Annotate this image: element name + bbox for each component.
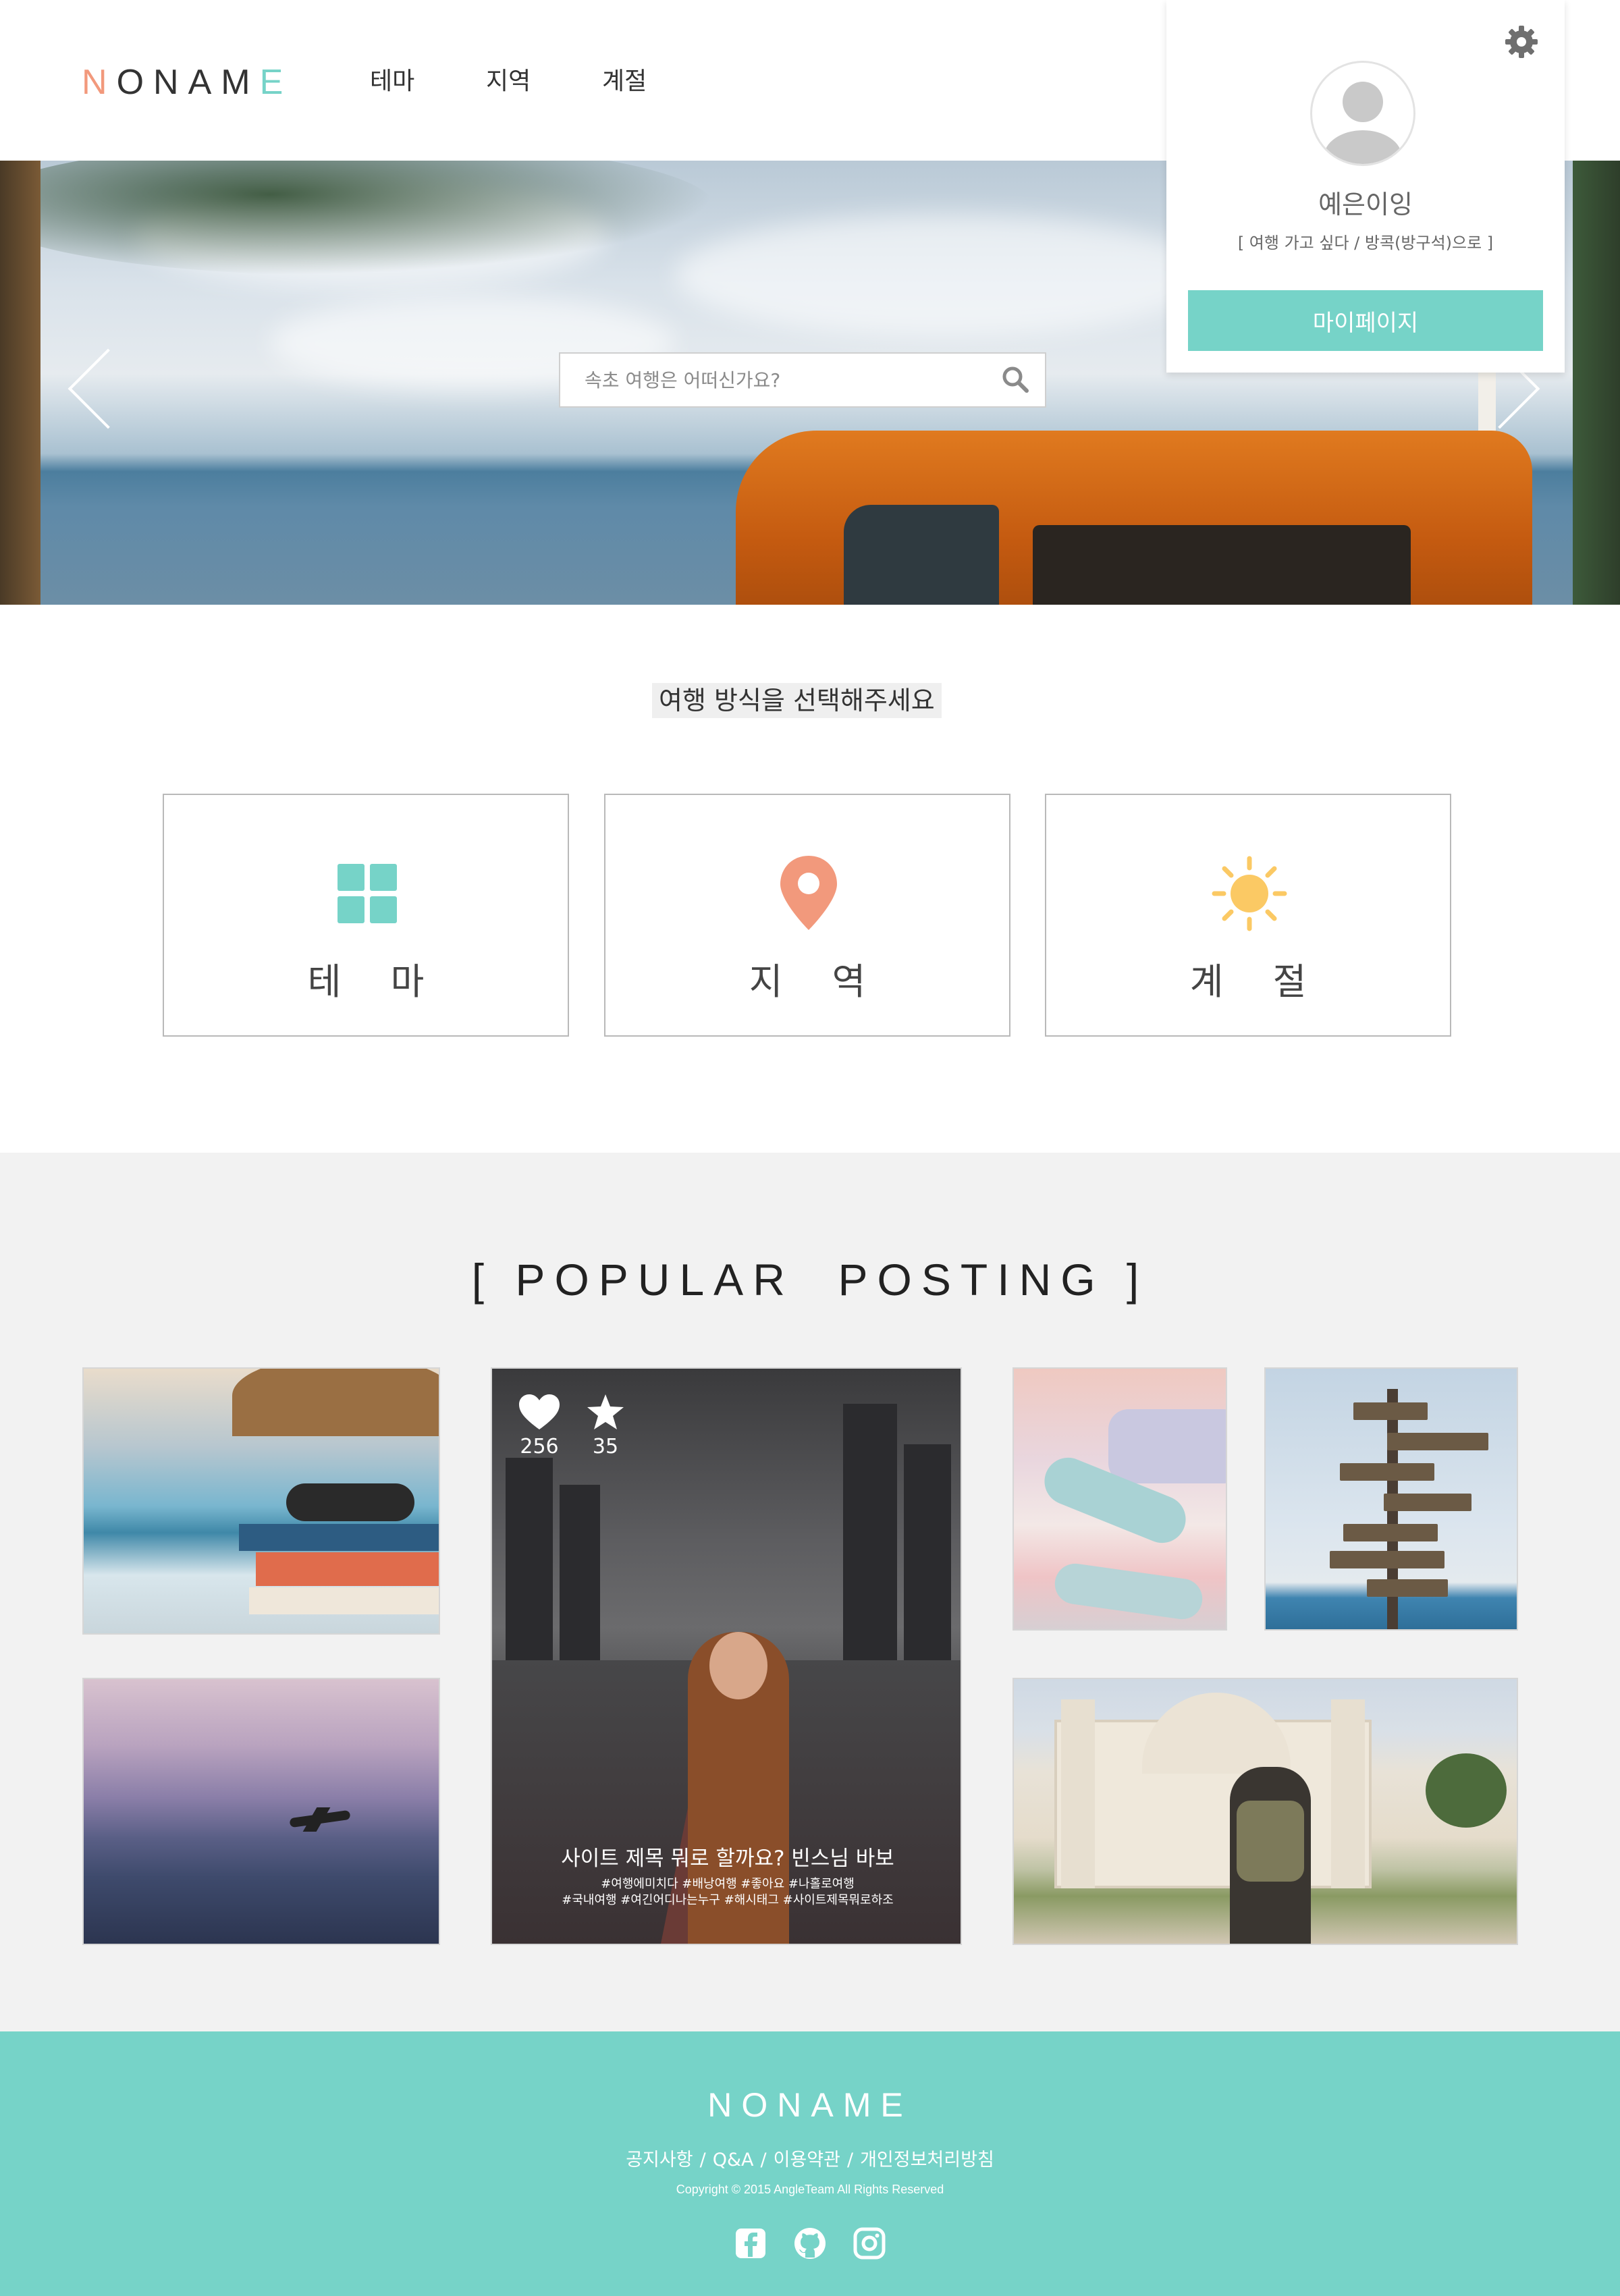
photo-shoe	[1052, 1560, 1206, 1622]
post-thumbnail-beach-books[interactable]	[82, 1367, 440, 1635]
tags-line: #국내여행 #여긴어디나는누구 #해시태그 #사이트제목뭐로하조	[562, 1893, 894, 1907]
hero-van-window	[1033, 525, 1411, 605]
photo-sign	[1384, 1494, 1472, 1511]
post-thumbnail-airplane-sky[interactable]	[82, 1678, 440, 1945]
hero-tree-canopy	[0, 161, 716, 275]
github-icon[interactable]	[792, 2226, 828, 2261]
star-stat[interactable]: 35	[578, 1393, 632, 1458]
heart-icon	[519, 1394, 560, 1429]
search-input[interactable]	[560, 354, 992, 406]
hero-tree-trunk	[0, 161, 40, 605]
photo-sign	[1367, 1579, 1448, 1597]
featured-post-tags: #여행에미치다 #배낭여행 #좋아요 #나홀로여행 #국내여행 #여긴어디나는누…	[492, 1876, 961, 1909]
hero-van-window	[844, 505, 999, 605]
travel-select-title: 여행 방식을 선택해주세요	[652, 683, 942, 718]
grid-icon	[327, 853, 408, 934]
hero-cloud	[675, 215, 1215, 336]
hero-search-box	[559, 352, 1046, 408]
location-pin-icon	[768, 853, 849, 934]
post-thumbnail-shoes[interactable]	[1013, 1367, 1227, 1631]
carousel-prev-button[interactable]	[66, 348, 134, 416]
photo-tower	[1061, 1699, 1095, 1888]
photo-sign	[1340, 1463, 1434, 1481]
footer-link-notice[interactable]: 공지사항	[626, 2150, 693, 2170]
post-thumbnail-palace[interactable]	[1013, 1678, 1518, 1945]
like-count: 256	[520, 1435, 559, 1458]
photo-building	[560, 1485, 600, 1660]
photo-tree	[1426, 1753, 1507, 1828]
popular-posting-section: [ POPULAR POSTING ] 256 35 사이트 제목 뭐로 할까요…	[0, 1153, 1620, 2031]
site-logo[interactable]: NONAME	[82, 62, 292, 103]
facebook-icon[interactable]	[733, 2226, 768, 2261]
photo-building	[506, 1458, 553, 1660]
featured-post[interactable]: 256 35 사이트 제목 뭐로 할까요? 빈스님 바보 #여행에미치다 #배낭…	[491, 1367, 962, 1945]
link-separator: /	[699, 2150, 706, 2170]
gear-icon[interactable]	[1503, 23, 1540, 61]
main-nav: 테마 지역 계절	[370, 65, 718, 99]
photo-tower	[1331, 1699, 1365, 1888]
region-card-label: 지 역	[749, 960, 885, 1003]
mypage-button[interactable]: 마이페이지	[1188, 290, 1543, 351]
photo-umbrella	[232, 1369, 439, 1436]
photo-traveler-head	[709, 1632, 767, 1699]
post-thumbnail-signpost[interactable]	[1264, 1367, 1518, 1631]
profile-status: [ 여행 가고 싶다 / 방콕(방구석)으로 ]	[1237, 234, 1494, 252]
photo-book	[239, 1524, 439, 1551]
photo-sign	[1330, 1551, 1444, 1568]
footer-social	[733, 2226, 887, 2261]
logo-letter: A	[188, 63, 221, 102]
link-separator: /	[846, 2150, 854, 2170]
photo-sunglasses	[286, 1483, 414, 1521]
tags-line: #여행에미치다 #배낭여행 #좋아요 #나홀로여행	[601, 1877, 855, 1891]
link-separator: /	[760, 2150, 767, 2170]
star-icon	[587, 1394, 624, 1429]
user-silhouette-icon	[1324, 82, 1402, 164]
photo-book	[256, 1552, 439, 1586]
photo-sign	[1343, 1524, 1438, 1541]
logo-letter: E	[259, 63, 293, 102]
nav-item-region[interactable]: 지역	[486, 65, 602, 99]
star-count: 35	[592, 1435, 619, 1458]
logo-letter: O	[116, 63, 154, 102]
site-footer: NONAME 공지사항 / Q&A / 이용약관 / 개인정보처리방침 Copyright …	[0, 2031, 1620, 2296]
photo-building	[843, 1404, 897, 1660]
avatar[interactable]	[1310, 61, 1415, 166]
season-card-label: 계 절	[1189, 960, 1326, 1003]
logo-letter: N	[153, 63, 188, 102]
logo-letter: N	[82, 63, 117, 102]
photo-dome	[1142, 1693, 1291, 1774]
nav-item-season[interactable]: 계절	[602, 65, 718, 99]
footer-link-qna[interactable]: Q&A	[713, 2150, 754, 2170]
sun-icon	[1209, 853, 1290, 934]
footer-link-terms[interactable]: 이용약관	[774, 2150, 840, 2170]
photo-sign	[1387, 1433, 1488, 1450]
profile-popup: 예은이잉 [ 여행 가고 싶다 / 방콕(방구석)으로 ] 마이페이지	[1166, 0, 1565, 373]
search-icon[interactable]	[1000, 364, 1030, 394]
photo-sign	[1353, 1402, 1428, 1420]
photo-book	[249, 1587, 439, 1614]
region-card[interactable]: 지 역	[604, 794, 1010, 1037]
footer-links: 공지사항 / Q&A / 이용약관 / 개인정보처리방침	[0, 2145, 1620, 2171]
theme-card[interactable]: 테 마	[163, 794, 569, 1037]
footer-link-privacy[interactable]: 개인정보처리방침	[860, 2150, 994, 2170]
photo-building	[904, 1444, 951, 1660]
nav-item-theme[interactable]: 테마	[370, 65, 486, 99]
footer-copyright: Copyright © 2015 AngleTeam All Rights Re…	[676, 2183, 944, 2196]
hero-tree-right	[1573, 161, 1620, 605]
popular-posting-title: [ POPULAR POSTING ]	[471, 1255, 1149, 1305]
season-card[interactable]: 계 절	[1045, 794, 1451, 1037]
like-stat[interactable]: 256	[512, 1393, 566, 1458]
footer-logo[interactable]: NONAME	[0, 2085, 1620, 2125]
logo-letter: M	[221, 63, 260, 102]
photo-backpack	[1237, 1801, 1304, 1882]
instagram-icon[interactable]	[852, 2226, 887, 2261]
featured-post-title: 사이트 제목 뭐로 할까요? 빈스님 바보	[561, 1847, 894, 1871]
photo-pillow	[1108, 1409, 1226, 1483]
profile-username: 예은이잉	[1318, 190, 1413, 219]
theme-card-label: 테 마	[307, 960, 443, 1003]
